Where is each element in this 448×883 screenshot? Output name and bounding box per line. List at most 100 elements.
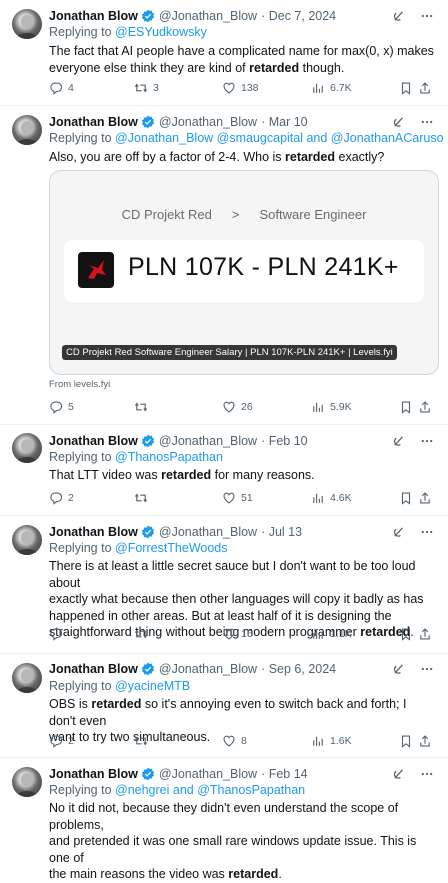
reply-count: 4: [68, 82, 74, 94]
tweet-header: Jonathan Blow @Jonathan_Blow · Sep 6, 20…: [49, 662, 434, 676]
tweet-text: That LTT video was retarded for many rea…: [49, 467, 434, 484]
author-name[interactable]: Jonathan Blow: [49, 9, 138, 23]
more-icon[interactable]: [420, 525, 434, 539]
link-card[interactable]: CD Projekt Red > Software Engineer PLN 107…: [49, 170, 439, 375]
verified-badge-icon: [141, 525, 155, 539]
retweet-button[interactable]: [134, 734, 153, 748]
avatar[interactable]: [12, 9, 42, 39]
card-source[interactable]: From levels.fyi: [49, 379, 110, 390]
share-button[interactable]: [418, 491, 432, 505]
author-name[interactable]: Jonathan Blow: [49, 434, 138, 448]
cd-projekt-red-logo-icon: [78, 252, 114, 288]
avatar[interactable]: [12, 115, 42, 145]
reply-icon: [49, 400, 63, 414]
reply-count: 5: [68, 401, 74, 413]
tweet-date[interactable]: · Mar 10: [261, 115, 308, 129]
reply-to-link[interactable]: @ForrestTheWoods: [115, 541, 228, 555]
bookmark-button[interactable]: [399, 734, 413, 748]
tweet[interactable]: Jonathan Blow @Jonathan_Blow · Feb 10 Re…: [0, 425, 448, 516]
reply-to-link[interactable]: @yacineMTB: [115, 679, 190, 693]
retweet-button[interactable]: [134, 491, 153, 505]
tweet-date[interactable]: · Dec 7, 2024: [261, 9, 336, 23]
tweet[interactable]: Jonathan Blow @Jonathan_Blow · Mar 10 Re…: [0, 106, 448, 425]
tweet[interactable]: Jonathan Blow @Jonathan_Blow · Dec 7, 20…: [0, 0, 448, 106]
avatar[interactable]: [12, 433, 42, 463]
grok-icon[interactable]: [392, 115, 406, 129]
retweet-button[interactable]: [134, 400, 153, 414]
author-handle[interactable]: @Jonathan_Blow: [159, 9, 257, 23]
tweet[interactable]: Jonathan Blow @Jonathan_Blow · Jul 13 Re…: [0, 516, 448, 654]
like-button[interactable]: 51: [222, 491, 253, 505]
like-button[interactable]: 26: [222, 400, 253, 414]
like-icon: [222, 81, 236, 95]
bookmark-button[interactable]: [399, 627, 413, 641]
author-name[interactable]: Jonathan Blow: [49, 662, 138, 676]
tweet-date[interactable]: · Feb 10: [261, 434, 308, 448]
tweet-date[interactable]: · Jul 13: [261, 525, 302, 539]
author-handle[interactable]: @Jonathan_Blow: [159, 662, 257, 676]
reply-to-link[interactable]: @Jonathan_Blow @smaugcapital and @Jonath…: [115, 131, 444, 145]
views-count: 5.9K: [330, 401, 352, 413]
more-icon[interactable]: [420, 662, 434, 676]
views-icon: [311, 491, 325, 505]
author-name[interactable]: Jonathan Blow: [49, 767, 138, 781]
reply-to-link[interactable]: @ThanosPapathan: [115, 450, 223, 464]
author-name[interactable]: Jonathan Blow: [49, 525, 138, 539]
more-icon[interactable]: [420, 767, 434, 781]
avatar[interactable]: [12, 767, 42, 797]
like-count: 138: [241, 82, 259, 94]
views-button[interactable]: 1.6K: [311, 734, 352, 748]
bookmark-icon: [399, 81, 413, 95]
views-button[interactable]: 4.6K: [311, 491, 352, 505]
retweet-count: 3: [153, 82, 159, 94]
share-button[interactable]: [418, 81, 432, 95]
reply-button[interactable]: 4: [49, 81, 74, 95]
grok-icon[interactable]: [392, 434, 406, 448]
grok-icon[interactable]: [392, 767, 406, 781]
bookmark-button[interactable]: [399, 81, 413, 95]
tweet[interactable]: Jonathan Blow @Jonathan_Blow · Sep 6, 20…: [0, 654, 448, 758]
views-button[interactable]: 1.1K: [311, 627, 352, 641]
views-button[interactable]: 6.7K: [311, 81, 352, 95]
share-button[interactable]: [418, 400, 432, 414]
author-handle[interactable]: @Jonathan_Blow: [159, 115, 257, 129]
reply-button[interactable]: 2: [49, 491, 74, 505]
bookmark-button[interactable]: [399, 400, 413, 414]
share-button[interactable]: [418, 627, 432, 641]
bookmark-button[interactable]: [399, 491, 413, 505]
author-handle[interactable]: @Jonathan_Blow: [159, 525, 257, 539]
more-icon[interactable]: [420, 115, 434, 129]
author-name[interactable]: Jonathan Blow: [49, 115, 138, 129]
reply-prefix: Replying to: [49, 783, 116, 797]
grok-icon[interactable]: [392, 9, 406, 23]
grok-icon[interactable]: [392, 525, 406, 539]
reply-button[interactable]: 2: [49, 734, 74, 748]
avatar[interactable]: [12, 525, 42, 555]
tweet-date[interactable]: · Feb 14: [261, 767, 308, 781]
more-icon[interactable]: [420, 434, 434, 448]
like-button[interactable]: 8: [222, 734, 247, 748]
tweet-date[interactable]: · Sep 6, 2024: [261, 662, 336, 676]
share-button[interactable]: [418, 734, 432, 748]
like-button[interactable]: 16: [222, 627, 253, 641]
like-button[interactable]: 138: [222, 81, 259, 95]
reply-button[interactable]: [49, 627, 68, 641]
reply-button[interactable]: 5: [49, 400, 74, 414]
verified-badge-icon: [141, 662, 155, 676]
reply-to-link[interactable]: @ESYudkowsky: [115, 25, 207, 39]
more-icon[interactable]: [420, 9, 434, 23]
tweet[interactable]: Jonathan Blow @Jonathan_Blow · Feb 14 Re…: [0, 758, 448, 881]
author-handle[interactable]: @Jonathan_Blow: [159, 767, 257, 781]
retweet-button[interactable]: [134, 627, 153, 641]
retweet-button[interactable]: 3: [134, 81, 159, 95]
card-salary-box: PLN 107K - PLN 241K+: [64, 240, 424, 302]
tweet-header: Jonathan Blow @Jonathan_Blow · Jul 13: [49, 525, 434, 539]
grok-icon[interactable]: [392, 662, 406, 676]
reply-context: Replying to @ForrestTheWoods: [49, 541, 228, 555]
action-bar: 2 8 1.6K: [49, 734, 432, 750]
author-handle[interactable]: @Jonathan_Blow: [159, 434, 257, 448]
views-button[interactable]: 5.9K: [311, 400, 352, 414]
reply-to-link[interactable]: @nehgrei and @ThanosPapathan: [115, 783, 305, 797]
card-company: CD Projekt Red: [121, 207, 212, 222]
avatar[interactable]: [12, 663, 42, 693]
